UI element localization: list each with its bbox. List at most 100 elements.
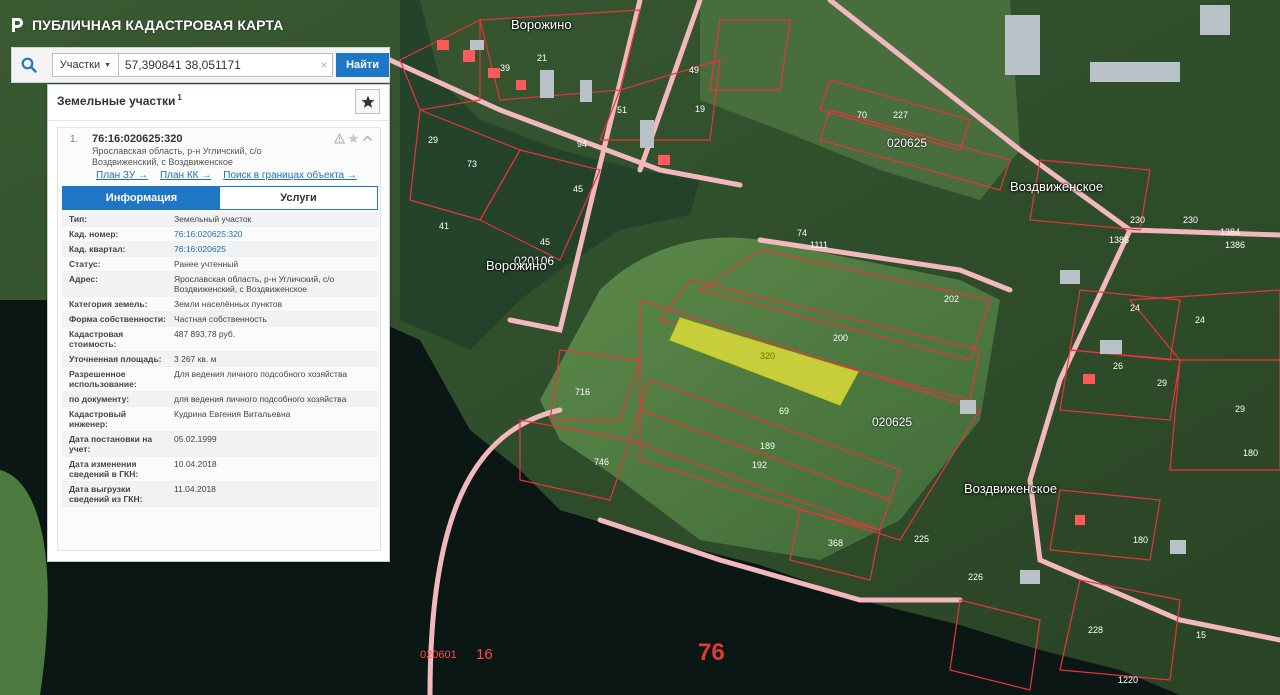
info-key: по документу: [69,394,130,404]
info-row-by-document: по документу: для ведения личного подсобн… [62,392,378,407]
info-key: Тип: [69,214,88,224]
parcel-label[interactable]: 24 [1195,316,1205,325]
result-cad-number[interactable]: 76:16:020625:320 [92,133,183,145]
parcel-label[interactable]: 29 [1235,405,1245,414]
panel-title: Земельные участки 1 [57,93,182,108]
info-key: Статус: [69,259,101,269]
search-field: Участки ▼ × [51,53,334,77]
parcel-label[interactable]: 29 [428,136,438,145]
search-in-bounds-link[interactable]: Поиск в границах объекта → [223,170,357,181]
parcel-label[interactable]: 69 [779,407,789,416]
search-toggle-button[interactable] [12,48,46,82]
quarter-label: 020625 [872,415,913,429]
info-value-link[interactable]: 76:16:020625 [170,242,378,256]
result-address: Ярославская область, р-н Угличский, с/о … [92,146,262,167]
parcel-label[interactable]: 73 [467,160,477,169]
parcel-label[interactable]: 200 [833,334,848,343]
zone-code-label: 020601 [420,649,457,661]
info-value: 487 893,78 руб. [174,329,236,339]
result-card: 1. 76:16:020625:320 Ярославская область,… [57,127,381,551]
info-value: Ранее учтенный [174,259,239,269]
parcel-label[interactable]: 1386 [1225,241,1245,250]
parcel-label[interactable]: 1384 [1220,228,1240,237]
parcel-label[interactable]: 24 [1130,304,1140,313]
info-value: Кудрина Евгения Витальевна [174,409,291,419]
info-key: Дата выгрузки сведений из ГКН: [69,484,143,504]
info-value: Земельный участок [174,214,252,224]
info-row-type: Тип: Земельный участок [62,212,378,227]
parcel-label[interactable]: 716 [575,388,590,397]
info-key: Категория земель: [69,299,148,309]
parcel-label[interactable]: 49 [689,66,699,75]
parcel-label[interactable]: 230 [1130,216,1145,225]
results-count: 1 [177,93,182,102]
panel-header: Земельные участки 1 [48,85,389,121]
parcel-label[interactable]: 227 [893,111,908,120]
info-row-cadastral-value: Кадастровая стоимость: 487 893,78 руб. [62,327,378,352]
info-value: Для ведения личного подсобного хозяйства [174,369,348,379]
zone-number-label: 16 [476,646,493,663]
info-key: Кадастровый инженер: [69,409,127,429]
info-value: 3 267 кв. м [174,354,217,364]
search-input[interactable] [118,54,317,76]
info-key: Уточненная площадь: [69,354,162,364]
info-key: Кад. квартал: [69,244,126,254]
parcel-label[interactable]: 51 [617,106,627,115]
info-value: для ведения личного подсобного хозяйства [174,394,347,404]
info-row-engineer: Кадастровый инженер: Кудрина Евгения Вита… [62,407,378,432]
parcel-label[interactable]: 45 [573,185,583,194]
parcel-label[interactable]: 192 [752,461,767,470]
parcel-label[interactable]: 70 [857,111,867,120]
info-row-change-date: Дата изменения сведений в ГКН: 10.04.2018 [62,457,378,482]
tab-information[interactable]: Информация [63,187,220,209]
search-submit-button[interactable]: Найти [336,53,389,77]
star-outline-icon[interactable] [348,133,359,144]
parcel-label[interactable]: 19 [695,105,705,114]
info-row-registration-date: Дата постановки на учет: 05.02.1999 [62,432,378,457]
parcel-label[interactable]: 225 [914,535,929,544]
parcel-label[interactable]: 1220 [1118,676,1138,685]
info-key: Форма собственности: [69,314,166,324]
parcel-label[interactable]: 228 [1088,626,1103,635]
plan-zu-link[interactable]: План ЗУ → [96,170,148,181]
parcel-label[interactable]: 41 [439,222,449,231]
info-row-address: Адрес: Ярославская область, р-н Угличский… [62,272,378,297]
parcel-label[interactable]: 45 [540,238,550,247]
tab-services[interactable]: Услуги [220,187,377,209]
parcel-label[interactable]: 180 [1133,536,1148,545]
parcel-label[interactable]: 1386 [1109,236,1129,245]
warning-icon[interactable] [334,133,345,144]
panel-title-text: Земельные участки [57,94,176,108]
favorites-button[interactable] [355,89,380,114]
info-value-link[interactable]: 76:16:020625:320 [170,227,378,241]
clear-icon[interactable]: × [316,54,332,76]
selected-parcel-label[interactable]: 320 [760,352,775,361]
parcel-label[interactable]: 29 [1157,379,1167,388]
result-links: План ЗУ → План КК → Поиск в границах объ… [96,170,357,181]
parcel-label[interactable]: 368 [828,539,843,548]
info-value: 05.02.1999 [174,434,217,444]
place-label: Ворожино [486,258,547,273]
parcel-label[interactable]: 94 [577,140,587,149]
search-type-select[interactable]: Участки ▼ [52,54,119,76]
info-value: Ярославская область, р-н Угличский, с/о … [174,274,335,294]
parcel-label[interactable]: 15 [1196,631,1206,640]
search-bar: Участки ▼ × Найти [11,47,390,83]
parcel-label[interactable]: 189 [760,442,775,451]
parcel-label[interactable]: 180 [1243,449,1258,458]
info-value: Частная собственность [174,314,267,324]
parcel-label[interactable]: 21 [537,54,547,63]
chevron-up-icon[interactable] [362,133,373,144]
parcel-label[interactable]: 226 [968,573,983,582]
parcel-label[interactable]: 39 [500,64,510,73]
parcel-label[interactable]: 74 [797,229,807,238]
result-actions [334,133,373,144]
parcel-label[interactable]: 230 [1183,216,1198,225]
parcel-label[interactable]: 746 [594,458,609,467]
parcel-label[interactable]: 202 [944,295,959,304]
info-row-ownership: Форма собственности: Частная собственност… [62,312,378,327]
parcel-label[interactable]: 1111 [810,241,828,250]
parcel-label[interactable]: 26 [1113,362,1123,371]
star-icon [361,95,374,108]
plan-kk-link[interactable]: План КК → [160,170,211,181]
